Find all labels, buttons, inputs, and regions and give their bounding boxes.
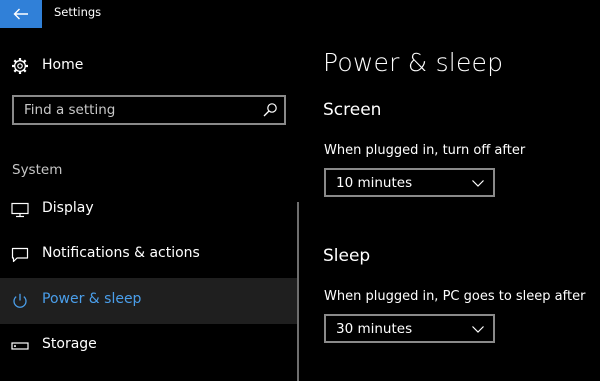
chevron-down-icon bbox=[472, 180, 484, 187]
power-icon bbox=[13, 293, 27, 308]
chevron-down-icon bbox=[472, 326, 484, 333]
sidebar-item-label: Display bbox=[42, 200, 94, 216]
screen-timeout-value: 10 minutes bbox=[336, 175, 413, 191]
search-icon[interactable] bbox=[262, 102, 278, 118]
back-button[interactable] bbox=[0, 0, 42, 28]
title-bar: Settings bbox=[0, 0, 600, 28]
page-title: Power & sleep bbox=[323, 48, 504, 77]
sidebar-home-label: Home bbox=[42, 57, 84, 73]
sidebar-item-power-sleep[interactable]: Power & sleep bbox=[0, 278, 298, 324]
sidebar-home[interactable]: Home bbox=[0, 50, 298, 82]
speech-bubble-icon bbox=[11, 247, 29, 263]
sidebar-item-label: Power & sleep bbox=[42, 291, 142, 307]
window-title: Settings bbox=[54, 5, 102, 19]
screen-timeout-label: When plugged in, turn off after bbox=[324, 143, 526, 158]
sleep-timeout-label: When plugged in, PC goes to sleep after bbox=[324, 289, 586, 304]
monitor-icon bbox=[11, 202, 29, 218]
sidebar-scrollbar[interactable] bbox=[297, 202, 299, 381]
section-label-system: System bbox=[12, 162, 63, 178]
sleep-heading: Sleep bbox=[323, 246, 371, 266]
sidebar-item-label: Notifications & actions bbox=[42, 245, 200, 261]
sleep-timeout-value: 30 minutes bbox=[336, 321, 413, 337]
search-input[interactable] bbox=[14, 97, 254, 123]
sidebar-item-notifications[interactable]: Notifications & actions bbox=[0, 232, 298, 278]
sidebar-item-label: Storage bbox=[42, 336, 97, 352]
screen-timeout-dropdown[interactable]: 10 minutes bbox=[324, 168, 495, 197]
screen-heading: Screen bbox=[323, 100, 382, 120]
sidebar-item-storage[interactable]: Storage bbox=[0, 323, 298, 369]
storage-icon bbox=[11, 342, 29, 350]
sidebar-item-display[interactable]: Display bbox=[0, 187, 298, 233]
sleep-timeout-dropdown[interactable]: 30 minutes bbox=[324, 314, 495, 343]
search-box[interactable] bbox=[12, 95, 286, 125]
gear-icon bbox=[12, 58, 28, 74]
back-arrow-icon bbox=[13, 8, 28, 20]
